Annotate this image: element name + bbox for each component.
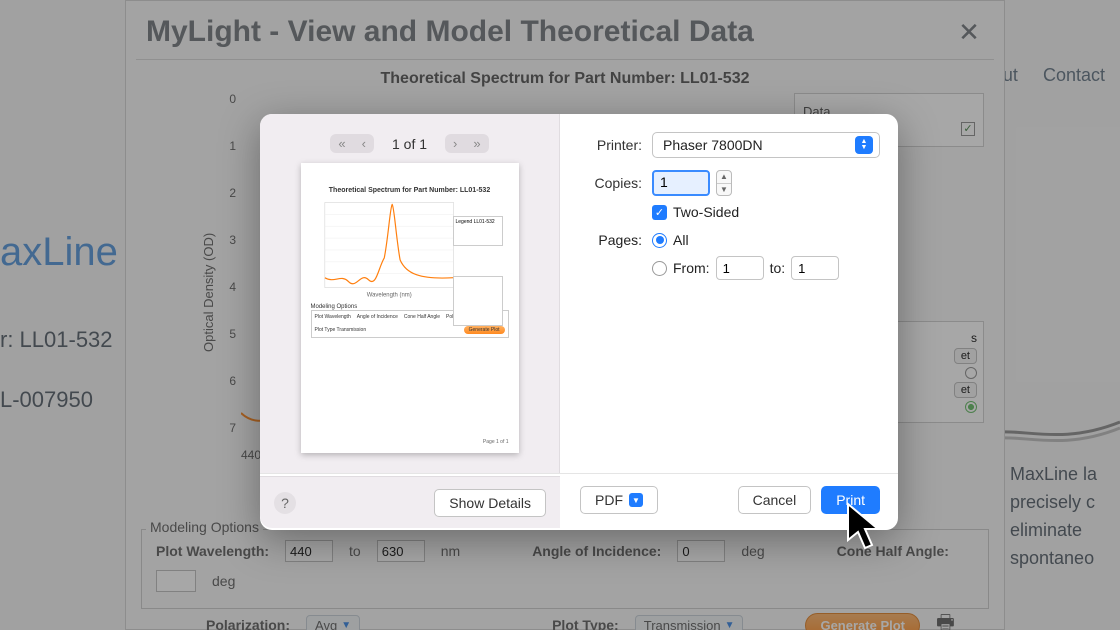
aoi-label: Angle of Incidence: [532, 543, 661, 559]
thumb-controls [453, 276, 503, 326]
modal-title: MyLight - View and Model Theoretical Dat… [146, 15, 754, 49]
y-tick: 1 [216, 139, 236, 153]
code-1: r: LL01-532 [0, 310, 113, 370]
next-page-button[interactable]: › [445, 134, 465, 153]
plot-type-label: Plot Type: [552, 617, 619, 630]
brand-text: axLine [0, 230, 118, 275]
thumb-chart: Wavelength (nm) Legend LL01-532 [311, 198, 509, 298]
last-page-button[interactable]: » [465, 134, 488, 153]
pages-all-label: All [673, 232, 689, 248]
updown-icon: ▲▼ [855, 136, 873, 154]
first-page-button[interactable]: « [330, 134, 353, 153]
pages-all-radio[interactable] [652, 233, 667, 248]
chevron-down-icon: ▼ [725, 620, 735, 630]
next-page-segment[interactable]: › » [445, 134, 489, 153]
code-2: L-007950 [0, 370, 113, 430]
deg-unit: deg [741, 543, 764, 559]
copies-label: Copies: [580, 175, 642, 191]
close-button[interactable]: ✕ [954, 17, 984, 48]
nm-unit: nm [441, 543, 460, 559]
thumb-title: Theoretical Spectrum for Part Number: LL… [311, 187, 509, 194]
y-tick: 3 [216, 233, 236, 247]
polarization-select[interactable]: Avg▼ [306, 615, 360, 630]
pages-to-label: to: [770, 260, 786, 276]
y-tick: 6 [216, 374, 236, 388]
thumb-footer-right: Page 1 of 1 [483, 439, 509, 445]
print-thumbnail: Theoretical Spectrum for Part Number: LL… [301, 163, 519, 453]
prev-page-button[interactable]: ‹ [354, 134, 374, 153]
page-count-label: 1 of 1 [392, 136, 427, 152]
y-tick: 2 [216, 186, 236, 200]
wavelength-to-input[interactable] [377, 540, 425, 562]
wavelength-from-input[interactable] [285, 540, 333, 562]
generate-plot-button[interactable]: Generate Plot [805, 613, 920, 630]
print-icon[interactable]: 🖶 [936, 608, 955, 630]
stepper-down-icon[interactable]: ▼ [717, 184, 731, 196]
product-codes: r: LL01-532 L-007950 [0, 310, 113, 430]
mouse-cursor [846, 502, 888, 559]
print-settings-pane: Printer: Phaser 7800DN ▲▼ Copies: ▲ ▼ [560, 114, 898, 473]
copies-input[interactable] [660, 174, 702, 190]
y-tick: 7 [216, 421, 236, 435]
zoom-radio[interactable] [965, 367, 977, 379]
aoi-input[interactable] [677, 540, 725, 562]
print-preview-pane: « ‹ 1 of 1 › » Theoretical Spectrum for … [260, 114, 560, 473]
copies-stepper[interactable]: ▲ ▼ [716, 170, 732, 196]
pages-label: Pages: [580, 232, 642, 248]
description-paragraph: MaxLine la precisely c eliminate spontan… [1010, 460, 1120, 572]
y-tick: 4 [216, 280, 236, 294]
modeling-options-header: Modeling Options [146, 519, 263, 535]
deg-unit-2: deg [212, 573, 235, 589]
thumb-generate-button: Generate Plot [464, 326, 505, 334]
chevron-down-icon: ▼ [341, 620, 351, 630]
ctrl-label: s [971, 331, 977, 345]
stepper-up-icon[interactable]: ▲ [717, 171, 731, 184]
two-sided-label: Two-Sided [673, 204, 739, 220]
nav-contact-link[interactable]: Contact [1043, 65, 1105, 85]
printer-value: Phaser 7800DN [663, 137, 763, 153]
svg-text:Wavelength (nm): Wavelength (nm) [366, 293, 411, 298]
zoom-radio-2[interactable] [965, 401, 977, 413]
reset-button[interactable]: et [954, 348, 977, 364]
chart-title: Theoretical Spectrum for Part Number: LL… [146, 70, 984, 88]
pages-from-input[interactable] [716, 256, 764, 280]
nav-about-link[interactable]: ut [1003, 65, 1018, 85]
show-details-button[interactable]: Show Details [434, 489, 546, 517]
pages-from-label: From: [673, 260, 710, 276]
chevron-down-icon: ▼ [629, 493, 643, 507]
copies-input-wrapper[interactable] [652, 170, 710, 196]
plot-type-select[interactable]: Transmission▼ [635, 615, 744, 630]
plot-wavelength-label: Plot Wavelength: [156, 543, 269, 559]
y-tick: 5 [216, 327, 236, 341]
legend-checkbox[interactable]: ✓ [961, 122, 975, 136]
pages-to-input[interactable] [791, 256, 839, 280]
y-axis-label: Optical Density (OD) [201, 233, 216, 352]
x-tick-start: 440 [241, 448, 261, 462]
pdf-dropdown-button[interactable]: PDF ▼ [580, 486, 658, 514]
print-dialog-footer: ? Show Details PDF ▼ Cancel Print [260, 473, 898, 530]
y-tick: 0 [216, 92, 236, 106]
printer-select[interactable]: Phaser 7800DN ▲▼ [652, 132, 880, 158]
help-button[interactable]: ? [274, 492, 296, 514]
thumb-legend: Legend LL01-532 [453, 216, 503, 246]
two-sided-checkbox[interactable]: ✓ [652, 205, 667, 220]
reset-button-2[interactable]: et [954, 382, 977, 398]
polarization-label: Polarization: [206, 617, 290, 630]
to-word: to [349, 543, 361, 559]
prev-page-segment[interactable]: « ‹ [330, 134, 374, 153]
pages-from-radio[interactable] [652, 261, 667, 276]
cone-input[interactable] [156, 570, 196, 592]
print-dialog: « ‹ 1 of 1 › » Theoretical Spectrum for … [260, 114, 898, 530]
printer-label: Printer: [580, 137, 642, 153]
cancel-button[interactable]: Cancel [738, 486, 812, 514]
